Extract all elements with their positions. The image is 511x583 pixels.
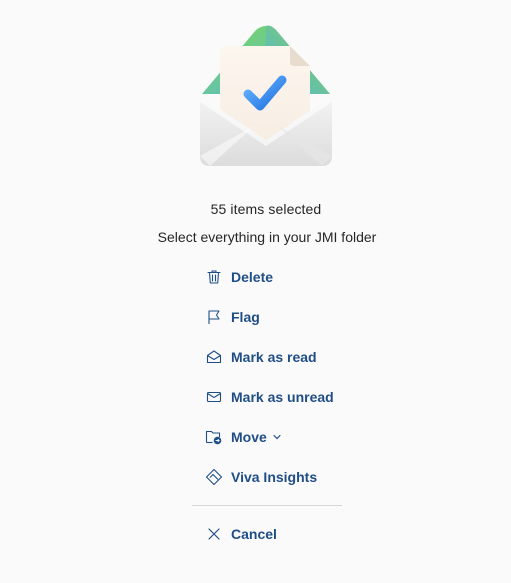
mark-as-read-label: Mark as read bbox=[231, 349, 317, 365]
bulk-actions-list: Delete Flag Mark as read Mark as unread … bbox=[205, 257, 365, 497]
envelope-check-illustration bbox=[198, 22, 334, 168]
flag-button[interactable]: Flag bbox=[205, 297, 365, 337]
delete-button[interactable]: Delete bbox=[205, 257, 365, 297]
cancel-button[interactable]: Cancel bbox=[205, 514, 277, 554]
delete-label: Delete bbox=[231, 269, 274, 285]
envelope-check-icon bbox=[200, 25, 332, 166]
selection-count: 55 items selected bbox=[210, 201, 322, 217]
divider bbox=[192, 505, 342, 506]
trash-icon bbox=[205, 268, 223, 286]
envelope-open-icon bbox=[205, 348, 223, 366]
envelope-icon bbox=[205, 388, 223, 406]
chevron-down-icon bbox=[272, 432, 282, 442]
move-button[interactable]: Move bbox=[205, 417, 365, 457]
viva-insights-label: Viva Insights bbox=[231, 469, 318, 485]
cancel-label: Cancel bbox=[231, 526, 277, 542]
move-label: Move bbox=[231, 429, 267, 445]
flag-icon bbox=[205, 308, 223, 326]
select-all-link[interactable]: Select everything in your JMI folder bbox=[0, 229, 511, 245]
viva-insights-button[interactable]: Viva Insights bbox=[205, 457, 365, 497]
mark-as-read-button[interactable]: Mark as read bbox=[205, 337, 365, 377]
folder-move-icon bbox=[205, 428, 223, 446]
viva-insights-icon bbox=[205, 468, 223, 486]
flag-label: Flag bbox=[231, 309, 260, 325]
mark-as-unread-button[interactable]: Mark as unread bbox=[205, 377, 365, 417]
mark-as-unread-label: Mark as unread bbox=[231, 389, 334, 405]
close-icon bbox=[205, 525, 223, 543]
